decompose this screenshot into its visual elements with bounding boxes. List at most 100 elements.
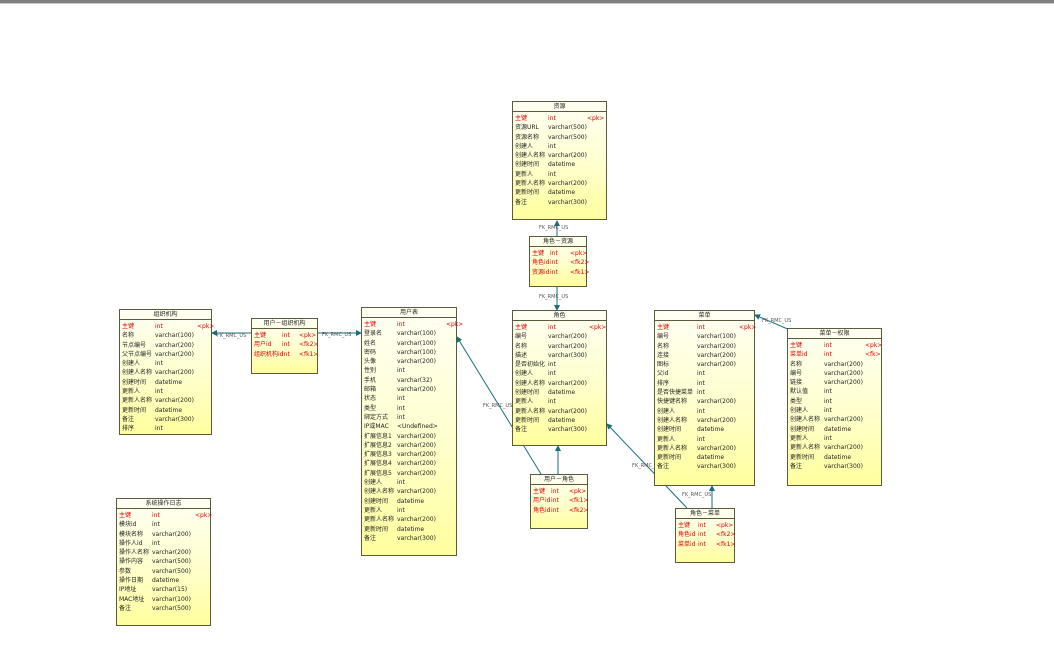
column-type: int — [397, 413, 405, 421]
column-name: 状态 — [364, 395, 377, 403]
column-key: <pk> — [589, 324, 607, 331]
column-type: varchar(200) — [397, 516, 436, 524]
column-row: 创建人名称 varchar(200) — [364, 487, 454, 496]
column-row: 备注 varchar(300) — [790, 462, 879, 471]
column-type: varchar(100) — [397, 330, 436, 338]
column-name: 编号 — [790, 369, 803, 377]
column-name: 创建人 — [657, 407, 676, 415]
column-type: varchar(200) — [397, 386, 436, 394]
column-name: 更新时间 — [657, 454, 682, 462]
table-juese-ziyuan[interactable]: 角色－资源 主键 int <pk> 角色id int <fk2> 资源id int <fk1> — [529, 236, 589, 287]
column-row: 编号 varchar(200) — [515, 332, 604, 341]
table-ziyuan[interactable]: 资源 主键 int <pk> 资源URL varchar(500) 资源名称 varchar(… — [512, 101, 607, 220]
column-name: 创建人名称 — [364, 488, 395, 496]
column-row: 邮箱 varchar(200) — [364, 385, 454, 394]
column-type: int — [155, 388, 163, 396]
column-type: varchar(200) — [548, 342, 587, 350]
column-row: 主键 int <pk> — [533, 487, 586, 496]
column-name: 更新时间 — [515, 416, 540, 424]
table-yonghu-zuzhi[interactable]: 用户－组织机构 主键 int <pk> 用户id int <fk2> 组织机构id int <fk… — [251, 318, 318, 374]
table-zuzhijigou[interactable]: 组织机构 主键 int <pk> 名称 varchar(100) 节点编号 varchar(2… — [119, 309, 214, 435]
column-row: 主键 int <pk> — [532, 249, 587, 258]
table-caidan-quanxian[interactable]: 菜单－权限 主键 int <pk> 菜单id int <fk> 名称 varchar(200) 编… — [787, 328, 882, 486]
column-name: 手机 — [364, 376, 377, 384]
column-row: 操作人id int — [119, 539, 208, 548]
column-row: 操作内容 varchar(500) — [119, 557, 208, 566]
column-row: 手机 varchar(32) — [364, 376, 454, 385]
column-type: varchar(200) — [548, 379, 587, 387]
column-key: <fk1> — [569, 497, 589, 505]
column-key: <pk> — [739, 324, 757, 331]
column-row: 更新时间 datetime — [657, 453, 752, 462]
column-row: 主键 int <pk> — [254, 331, 316, 340]
column-row: 头像 varchar(200) — [364, 357, 454, 366]
column-name: 创建时间 — [122, 378, 147, 386]
column-name: 扩展信息3 — [364, 451, 392, 459]
column-name: 主键 — [533, 488, 546, 495]
column-name: 创建人 — [122, 360, 141, 368]
column-type: varchar(300) — [824, 462, 863, 470]
column-row: 创建时间 datetime — [515, 160, 604, 169]
column-type: varchar(200) — [152, 549, 191, 557]
column-type: int — [698, 531, 706, 539]
column-type: varchar(200) — [397, 488, 436, 496]
column-type: int — [152, 521, 160, 529]
column-type: varchar(100) — [397, 339, 436, 347]
relation-label: FK_RMC_US — [539, 225, 569, 231]
column-row: 创建时间 datetime — [790, 425, 879, 434]
column-row: IP或MAC <Undefined> — [364, 422, 454, 431]
column-type: int — [282, 341, 290, 349]
column-row: 更新人名称 varchar(200) — [657, 444, 752, 453]
column-type: int — [698, 522, 706, 529]
table-yonghu-juese[interactable]: 用户－角色 主键 int <pk> 用户id int <fk1> 角色id int <fk2> — [530, 474, 588, 529]
column-type: int — [824, 407, 832, 415]
column-type: varchar(200) — [397, 451, 436, 459]
column-type: int — [397, 395, 405, 403]
column-name: IP地址 — [119, 586, 137, 594]
column-row: 更新时间 datetime — [122, 406, 209, 415]
table-xitongrizhi[interactable]: 系统操作日志 主键 int <pk> 模块id int 模块名称 varchar(200) 操作… — [116, 498, 212, 626]
column-row: 密码 varchar(100) — [364, 348, 454, 357]
table-juese-caidan[interactable]: 角色－菜单 主键 int <pk> 角色id int <fk2> 菜单id int <fk1> — [675, 508, 735, 563]
column-name: 主键 — [532, 250, 545, 257]
column-type: datetime — [548, 389, 576, 397]
column-type: varchar(200) — [824, 379, 863, 387]
column-row: 更新时间 datetime — [515, 416, 604, 425]
column-type: int — [551, 497, 559, 505]
column-type: varchar(200) — [152, 530, 191, 538]
column-name: 用户id — [533, 497, 551, 505]
relation-label: FK_RMC_US — [682, 492, 712, 498]
column-type: varchar(200) — [548, 180, 587, 188]
column-name: 类型 — [790, 397, 803, 405]
table-caidan[interactable]: 菜单 主键 int <pk> 编号 varchar(100) 名称 varchar(200) 连… — [654, 310, 757, 486]
column-type: int — [397, 479, 405, 487]
column-row: 扩展信息5 varchar(200) — [364, 469, 454, 478]
column-key: <fk> — [865, 351, 881, 359]
column-name: 名称 — [515, 342, 528, 350]
column-name: 更新人名称 — [515, 407, 546, 415]
column-name: 排序 — [122, 425, 135, 433]
column-type: varchar(300) — [548, 198, 587, 206]
column-row: 名称 varchar(200) — [657, 342, 752, 351]
column-row: 更新人 int — [122, 387, 209, 396]
column-name: 创建人名称 — [515, 152, 546, 160]
column-name: 名称 — [790, 360, 803, 368]
column-name: 更新人名称 — [790, 444, 821, 452]
column-name: 角色id — [533, 506, 551, 514]
column-type: varchar(200) — [397, 460, 436, 468]
column-name: 图标 — [657, 361, 670, 369]
column-row: 绑定方式 int — [364, 413, 454, 422]
column-row: 备注 varchar(500) — [119, 604, 208, 613]
column-type: int — [397, 506, 405, 514]
column-row: 默认值 int — [790, 387, 879, 396]
table-juese[interactable]: 角色 主键 int <pk> 编号 varchar(200) 名称 varchar(200) 描… — [512, 310, 607, 446]
column-name: 创建时间 — [515, 389, 540, 397]
column-key: <pk> — [865, 342, 883, 349]
column-type: int — [548, 170, 556, 178]
column-name: 备注 — [515, 426, 528, 434]
column-row: 排序 int — [657, 379, 752, 388]
table-yonghubiao[interactable]: 用户表 主键 int <pk> 登录名 varchar(100) 姓名 varchar(100… — [361, 307, 463, 556]
column-type: int — [155, 323, 163, 330]
column-name: 主键 — [122, 323, 135, 330]
column-name: 用户id — [254, 341, 272, 349]
